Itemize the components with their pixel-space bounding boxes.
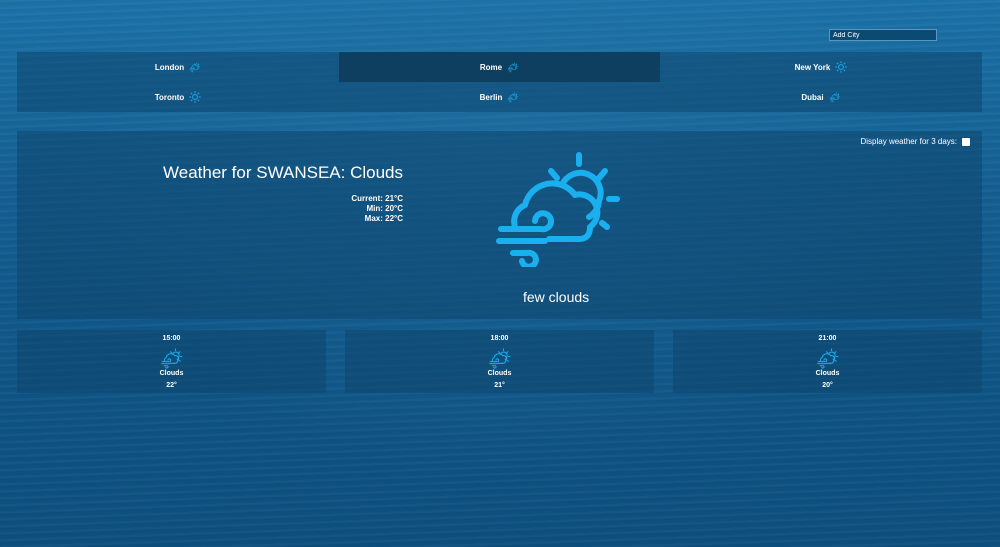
forecast-temp: 22° — [166, 382, 177, 389]
cloud-wind-sun-icon — [160, 347, 184, 369]
add-city-input[interactable] — [829, 29, 937, 41]
forecast-condition: Clouds — [159, 370, 184, 377]
forecast-condition: Clouds — [815, 370, 840, 377]
city-tabs: London Rome New York Toronto Berlin Duba… — [17, 52, 982, 112]
city-tab-dubai[interactable]: Dubai — [660, 82, 982, 112]
city-tab-berlin[interactable]: Berlin — [339, 82, 660, 112]
city-name: Dubai — [801, 92, 824, 102]
min-temp: Min: 20°C — [366, 204, 403, 213]
sun-icon — [835, 61, 848, 73]
city-tab-new-york[interactable]: New York — [660, 52, 982, 82]
city-name: New York — [794, 62, 831, 72]
page-title: Weather for SWANSEA: Clouds — [163, 163, 403, 182]
cloud-wind-sun-icon — [189, 61, 201, 73]
city-tab-rome[interactable]: Rome — [339, 52, 660, 82]
cloud-wind-sun-icon — [829, 91, 841, 103]
sun-icon — [189, 91, 202, 103]
city-tab-london[interactable]: London — [17, 52, 339, 82]
city-name: London — [154, 62, 185, 72]
forecast-condition: Clouds — [487, 370, 512, 377]
current-weather-panel: Display weather for 3 days: Weather for … — [17, 131, 982, 319]
forecast-temp: 21° — [494, 382, 505, 389]
weather-description: few clouds — [523, 289, 590, 305]
temperature-stats: Current: 21°C Min: 20°C Max: 22°C — [351, 194, 403, 224]
forecast-card: 21:00 Clouds 20° — [673, 330, 982, 393]
three-day-checkbox[interactable] — [962, 137, 970, 146]
current-temp: Current: 21°C — [351, 194, 403, 203]
cloud-wind-sun-icon — [489, 149, 629, 267]
cloud-wind-sun-icon — [507, 61, 519, 73]
forecast-card: 18:00 Clouds 21° — [345, 330, 654, 393]
forecast-time: 15:00 — [162, 335, 181, 342]
cloud-wind-sun-icon — [507, 91, 519, 103]
forecast-temp: 20° — [822, 382, 833, 389]
city-name: Toronto — [154, 92, 185, 102]
city-name: Rome — [479, 62, 503, 72]
forecast-time: 21:00 — [818, 335, 837, 342]
forecast-card: 15:00 Clouds 22° — [17, 330, 326, 393]
city-name: Berlin — [479, 92, 503, 102]
cloud-wind-sun-icon — [816, 347, 840, 369]
cloud-wind-sun-icon — [488, 347, 512, 369]
max-temp: Max: 22°C — [364, 214, 403, 223]
three-day-toggle-label: Display weather for 3 days: — [860, 137, 958, 146]
three-day-toggle[interactable]: Display weather for 3 days: — [860, 137, 970, 146]
forecast-time: 18:00 — [490, 335, 509, 342]
city-tab-toronto[interactable]: Toronto — [17, 82, 339, 112]
